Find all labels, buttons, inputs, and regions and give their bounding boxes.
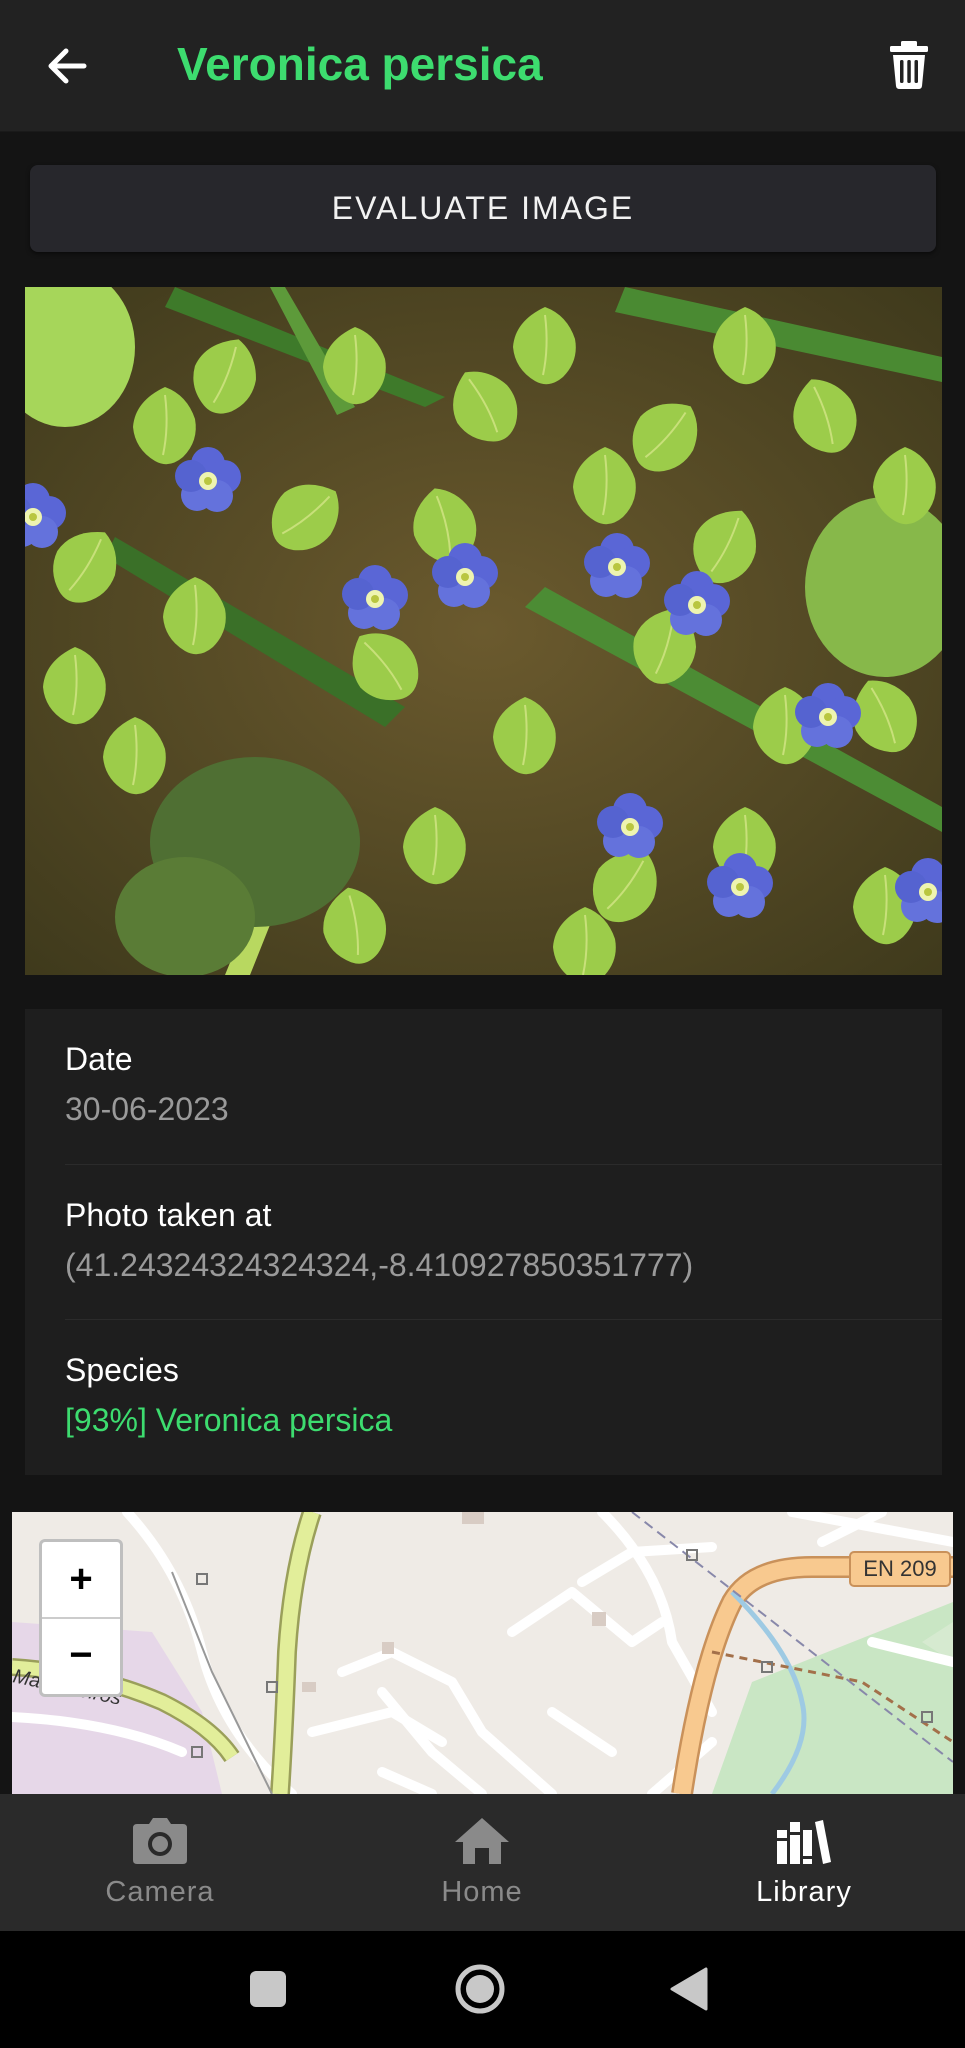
zoom-out-button[interactable]: − [42, 1618, 120, 1693]
species-value: [93%] Veronica persica [65, 1402, 393, 1438]
map-zoom-controls: + − [39, 1539, 123, 1697]
road-label: EN 209 [863, 1556, 936, 1581]
home-icon [455, 1818, 509, 1864]
nav-camera-label: Camera [105, 1876, 215, 1908]
app-bar: Veronica persica [0, 0, 965, 132]
recent-apps-button[interactable] [238, 1959, 298, 2019]
back-system-button[interactable] [662, 1959, 722, 2019]
nav-library[interactable]: Library [704, 1794, 904, 1931]
arrow-left-icon [48, 48, 87, 84]
bottom-navigation: Camera Home Library [0, 1794, 965, 1931]
location-label: Photo taken at [65, 1197, 272, 1233]
library-icon [777, 1820, 831, 1864]
zoom-in-button[interactable]: + [42, 1542, 120, 1619]
system-navigation-bar [0, 1931, 965, 2048]
trash-icon [890, 41, 928, 89]
date-value: 30-06-2023 [65, 1091, 229, 1127]
circle-icon [455, 1964, 505, 2014]
delete-button[interactable] [884, 36, 934, 92]
nav-library-label: Library [756, 1876, 852, 1908]
species-label: Species [65, 1352, 179, 1388]
nav-home-label: Home [441, 1876, 523, 1908]
location-value: (41.24324324324324,-8.410927850351777) [65, 1247, 694, 1283]
square-icon [250, 1971, 286, 2007]
back-button[interactable] [40, 38, 96, 94]
nav-camera[interactable]: Camera [60, 1794, 260, 1931]
evaluate-image-button[interactable]: EVALUATE IMAGE [30, 165, 936, 252]
location-row: Photo taken at (41.24324324324324,-8.410… [65, 1165, 942, 1320]
home-system-button[interactable] [450, 1959, 510, 2019]
nav-home[interactable]: Home [382, 1794, 582, 1931]
date-row: Date 30-06-2023 [65, 1009, 942, 1164]
location-map[interactable]: EN 209 Marceneiros + − [12, 1512, 953, 1794]
date-label: Date [65, 1041, 133, 1077]
page-title: Veronica persica [177, 38, 543, 90]
triangle-back-icon [670, 1967, 708, 2011]
species-row: Species [93%] Veronica persica [65, 1320, 942, 1475]
camera-icon [133, 1818, 187, 1864]
plant-photo [25, 287, 942, 975]
photo-details-card: Date 30-06-2023 Photo taken at (41.24324… [25, 1009, 942, 1475]
